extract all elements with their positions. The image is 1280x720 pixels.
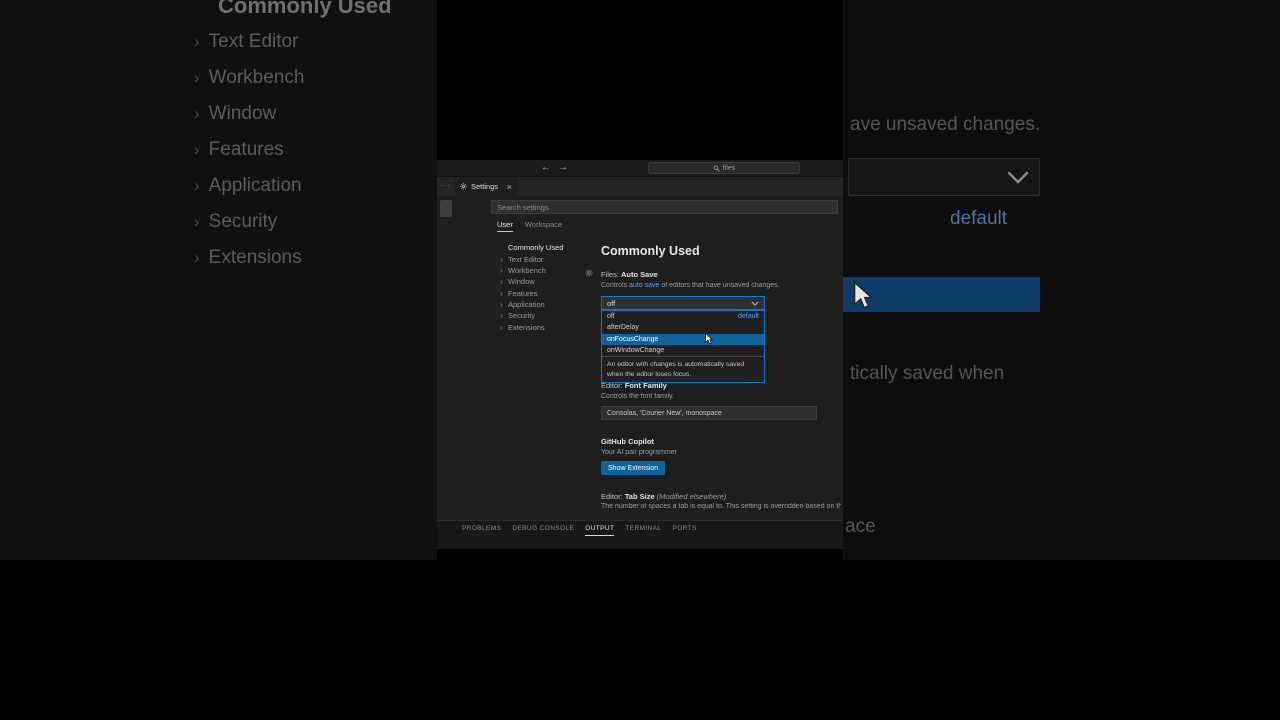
option-label: afterDelay [607,324,639,332]
bg-text-fragment: ace [845,516,876,537]
vscode-window: ← → files ··· Settings × Search settings… [437,160,843,549]
bg-tree-item: › Window [194,103,276,125]
tab-debug-console[interactable]: DEBUG CONSOLE [512,525,574,536]
tab-output[interactable]: OUTPUT [585,525,615,536]
option-label: off [607,313,615,321]
desc-text: Controls [601,282,630,289]
tab-terminal[interactable]: TERMINAL [625,525,661,536]
setting-label-tab-size: Editor: Tab Size (Modified elsewhere) [601,492,726,501]
font-family-value: Consolas, 'Courier New', monospace [607,409,722,417]
bg-tree-item-label: Extensions [208,247,302,268]
auto-save-dropdown: off default afterDelay onFocusChange onWi… [601,310,765,384]
bg-default-label: default [950,208,1008,229]
desc-text: of editors that have unsaved changes. [659,282,780,289]
auto-save-link[interactable]: auto save [629,282,659,289]
bg-tree-item-label: Text Editor [208,31,299,52]
chevron-right-icon: › [194,140,200,159]
chevron-right-icon: › [194,212,200,231]
video-frame: Commonly Used › Text Editor › Workbench › W… [0,0,1280,720]
panel-tabs: PROBLEMS DEBUG CONSOLE OUTPUT TERMINAL P… [462,525,697,536]
bg-tree-item: › Application [194,175,302,197]
bg-tree-item-label: Security [208,211,278,232]
chevron-right-icon: › [194,248,200,267]
auto-save-select-value: off [607,298,616,308]
setting-label-name: Tab Size [624,492,655,501]
bg-tree-item-label: Workbench [208,67,305,88]
chevron-right-icon: › [194,68,200,87]
setting-label-prefix: Editor: [601,492,625,501]
tab-problems[interactable]: PROBLEMS [462,525,501,536]
bg-text-fragment: tically saved when [850,363,1005,384]
bg-tree-item: › Security [194,211,277,233]
background-zoom-right: ave unsaved changes. default tically sav… [843,0,1280,560]
bg-highlighted-option [843,277,1040,312]
chevron-down-icon [751,301,759,306]
bg-text-fragment: ave unsaved changes. [850,114,1041,135]
chevron-right-icon: › [194,32,200,51]
settings-body: Commonly Used Files: Auto Save Controls … [437,160,843,520]
setting-label-prefix: Files: [601,270,622,279]
option-description: An editor with changes is automatically … [602,356,764,382]
cursor-pointer-icon [854,281,873,309]
bg-tree-item-label: Window [208,103,277,124]
option-off[interactable]: off default [602,311,764,322]
option-label: onFocusChange [607,335,659,343]
setting-label-auto-save: Files: Auto Save [601,270,658,279]
bg-tree-item-label: Application [208,175,302,196]
font-family-input[interactable]: Consolas, 'Courier New', monospace [601,406,817,420]
bg-select-fragment [848,158,1040,196]
show-extension-button[interactable]: Show Extension [601,461,666,475]
chevron-down-icon [1007,171,1029,184]
background-zoom-left: Commonly Used › Text Editor › Workbench › W… [0,0,437,560]
modified-elsewhere-note: (Modified elsewhere) [656,492,727,501]
option-detail: default [737,313,759,321]
gear-icon[interactable] [585,269,593,277]
option-label: onWindowChange [607,347,665,355]
bg-tree-item: › Extensions [194,247,302,269]
cursor-pointer-icon [705,333,713,345]
page-title: Commonly Used [601,244,700,258]
bottom-panel: PROBLEMS DEBUG CONSOLE OUTPUT TERMINAL P… [437,520,843,549]
bg-tree-item: › Workbench [194,67,304,89]
bg-tree-item-label: Features [208,139,284,160]
bg-tree-item: › Features [194,139,284,161]
setting-desc-auto-save: Controls auto save of editors that have … [601,282,841,289]
option-afterdelay[interactable]: afterDelay [602,322,764,333]
bg-tree-item: › Text Editor [194,31,298,53]
option-onfocuschange[interactable]: onFocusChange [602,333,764,345]
option-onwindowchange[interactable]: onWindowChange [602,345,764,356]
tab-ports[interactable]: PORTS [672,525,696,536]
setting-desc-font-family: Controls the font family. [601,393,675,400]
setting-desc-tab-size: The number of spaces a tab is equal to. … [601,503,841,510]
chevron-right-icon: › [194,176,200,195]
copilot-title: GitHub Copilot [601,437,654,446]
bg-commonly-used-header: Commonly Used [218,0,392,18]
chevron-right-icon: › [194,104,200,123]
setting-label-name: Auto Save [621,270,658,279]
copilot-desc: Your AI pair programmer [601,449,677,456]
auto-save-select[interactable]: off [601,296,765,310]
